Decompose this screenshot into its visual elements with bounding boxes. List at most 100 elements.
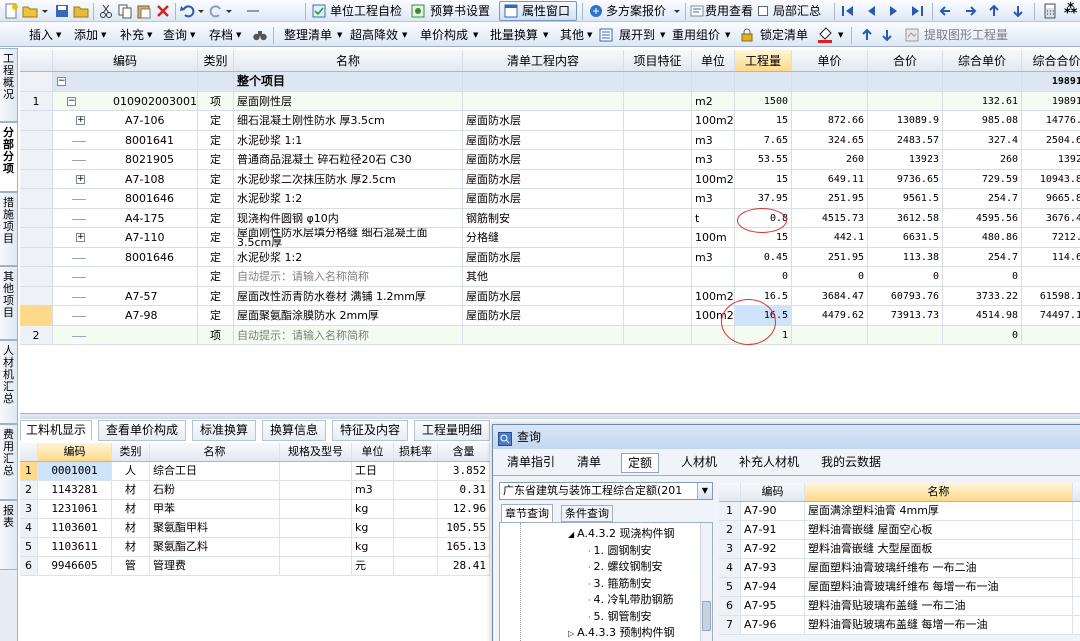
supplement-menu[interactable]: 补充 [120, 25, 144, 45]
cell-cat[interactable]: 定 [198, 169, 234, 188]
header-code[interactable]: 编码 [53, 50, 198, 71]
cell-idx[interactable] [20, 130, 53, 149]
cell-name[interactable]: 屋面刚性层 [234, 91, 463, 110]
cell-cprice[interactable]: 480.86 [943, 228, 1022, 247]
cell-feature[interactable] [624, 306, 692, 325]
material-cell-spec[interactable] [280, 538, 352, 556]
folder-icon[interactable] [73, 3, 89, 19]
cell-content[interactable] [463, 325, 624, 344]
material-header-amount[interactable]: 含量 [438, 443, 490, 461]
cell-code[interactable]: A7-106 [53, 111, 198, 130]
move-down-icon[interactable] [1010, 3, 1026, 19]
cell-name[interactable]: 水泥砂浆 1:2 [234, 247, 463, 266]
add-menu[interactable]: 添加 [74, 25, 98, 45]
cell-ctotal[interactable]: 0 [1022, 267, 1080, 286]
cell-qty[interactable]: 1500 [735, 91, 792, 110]
material-cell-code[interactable]: 1103601 [38, 519, 112, 537]
material-cell-name[interactable]: 管理费 [150, 557, 280, 575]
quota-cell-idx[interactable]: 6 [719, 597, 741, 615]
table-row[interactable]: 1010902003001项屋面刚性层m21500132.61198915− [20, 91, 1080, 111]
unit-composition-dropdown-icon[interactable]: ▼ [473, 31, 478, 39]
material-cell-code[interactable]: 9946605 [38, 557, 112, 575]
tree-node[interactable]: · 3. 箍筋制安 [588, 576, 652, 592]
cell-cprice[interactable]: 132.61 [943, 91, 1022, 110]
material-cell-amount[interactable]: 0.31 [438, 481, 490, 499]
cell-price[interactable]: 251.95 [792, 189, 868, 208]
quota-cell-name[interactable]: 屋面满涂塑料油膏 4mm厚 [805, 502, 1073, 520]
query-dialog-titlebar[interactable]: 查询 [493, 425, 1080, 449]
material-cell-cat[interactable]: 材 [112, 538, 150, 556]
cell-total[interactable] [868, 72, 943, 91]
cell-total[interactable]: 0 [868, 267, 943, 286]
quota-cell-code[interactable]: A7-94 [741, 578, 805, 596]
quota-header-name[interactable]: 名称 [805, 483, 1073, 501]
query-tab-list-guide[interactable]: 清单指引 [501, 453, 561, 473]
cell-price[interactable]: 251.95 [792, 247, 868, 266]
cell-name[interactable]: 普通商品混凝土 碎石粒径20石 C30 [234, 150, 463, 169]
header-name[interactable]: 名称 [234, 50, 463, 71]
standard-select[interactable]: 广东省建筑与装饰工程综合定额(201 ▼ [499, 482, 713, 500]
quota-cell-idx[interactable]: 2 [719, 521, 741, 539]
row-up-icon[interactable] [859, 27, 875, 43]
quota-row[interactable]: 7 A7-96 塑料油膏贴玻璃布盖缝 每增一布一油 [719, 616, 1080, 635]
lock-list-button[interactable]: 锁定清单 [760, 25, 808, 45]
material-cell-spec[interactable] [280, 500, 352, 518]
tab-material-summary[interactable]: 人材机汇总 [0, 340, 18, 424]
cell-feature[interactable] [624, 91, 692, 110]
cell-content[interactable]: 钢筋制安 [463, 208, 624, 227]
table-row[interactable]: 8021905 定普通商品混凝土 碎石粒径20石 C30 屋面防水层 m3 53.55 2… [20, 150, 1080, 170]
material-cell-name[interactable]: 综合工日 [150, 462, 280, 480]
quota-cell-name[interactable]: 塑料油膏贴玻璃布盖缝 每增一布一油 [805, 616, 1073, 634]
tree-expand-icon[interactable]: ▷ [568, 629, 574, 638]
subtab-condition-query[interactable]: 条件查询 [561, 505, 613, 522]
table-row[interactable]: A7-57 定屋面改性沥青防水卷材 满铺 1.2mm厚 屋面防水层 100m2 16.5… [20, 286, 1080, 306]
tree-node[interactable]: · 4. 冷轧带肋钢筋 [588, 592, 674, 608]
material-cell-cat[interactable]: 材 [112, 500, 150, 518]
archive-menu[interactable]: 存档 [209, 25, 233, 45]
material-cell-unit[interactable]: 工日 [352, 462, 394, 480]
multi-quote-button[interactable]: 多方案报价 [606, 1, 666, 21]
cell-content[interactable]: 屋面防水层 [463, 189, 624, 208]
cell-qty[interactable] [735, 72, 792, 91]
cell-cprice[interactable]: 4595.56 [943, 208, 1022, 227]
material-cell-name[interactable]: 聚氨酯乙料 [150, 538, 280, 556]
table-row[interactable]: A7-110 定屋面刚性防水层填分格缝 细石混凝土面 3.5cm厚 分格缝 100m 1… [20, 228, 1080, 248]
tree-node[interactable]: ◢ A.4.3.2 现浇构件钢 [568, 526, 674, 542]
cell-feature[interactable] [624, 208, 692, 227]
cell-unit[interactable]: m3 [692, 130, 735, 149]
tab-fee-summary[interactable]: 费用汇总 [0, 424, 18, 500]
material-cell-amount[interactable]: 28.41 [438, 557, 490, 575]
undo-dropdown-icon[interactable] [197, 3, 205, 19]
cell-price[interactable]: 649.11 [792, 169, 868, 188]
subtab-chapter-query[interactable]: 章节查询 [501, 504, 553, 522]
tree-scrollbar-thumb[interactable] [702, 601, 711, 631]
quota-cell-code[interactable]: A7-95 [741, 597, 805, 615]
cell-feature[interactable] [624, 111, 692, 130]
cell-ctotal[interactable]: 9665.87 [1022, 189, 1080, 208]
material-cell-name[interactable]: 石粉 [150, 481, 280, 499]
cell-idx[interactable] [20, 286, 53, 305]
tab-standard-conversion[interactable]: 标准换算 [192, 420, 256, 441]
extract-quantity-button[interactable]: 提取图形工程量 [924, 25, 1008, 45]
cell-total[interactable]: 9561.5 [868, 189, 943, 208]
quota-cell-idx[interactable]: 1 [719, 502, 741, 520]
budget-settings-button[interactable]: 预算书设置 [430, 1, 490, 21]
cell-total[interactable]: 113.38 [868, 247, 943, 266]
cell-ctotal[interactable]: 13923 [1022, 150, 1080, 169]
tab-subitems[interactable]: 分部分项 [0, 122, 18, 192]
material-cell-spec[interactable] [280, 557, 352, 575]
cell-cat[interactable]: 定 [198, 111, 234, 130]
archive-dropdown-icon[interactable]: ▼ [236, 31, 241, 39]
tab-conversion-info[interactable]: 换算信息 [262, 420, 326, 441]
header-combined-total[interactable]: 综合合价 [1022, 50, 1080, 71]
redo-icon[interactable] [208, 3, 224, 19]
collapse-item-icon[interactable]: − [67, 96, 76, 106]
cell-cprice[interactable]: 254.7 [943, 189, 1022, 208]
over-height-dropdown-icon[interactable]: ▼ [402, 31, 407, 39]
query-tab-material[interactable]: 人材机 [675, 453, 723, 473]
cell-content[interactable] [463, 91, 624, 110]
cell-qty[interactable]: 15 [735, 169, 792, 188]
query-dropdown-icon[interactable]: ▼ [190, 31, 195, 39]
cell-name[interactable]: 屋面聚氨酯涂膜防水 2mm厚 [234, 306, 463, 325]
cell-qty[interactable]: 37.95 [735, 189, 792, 208]
